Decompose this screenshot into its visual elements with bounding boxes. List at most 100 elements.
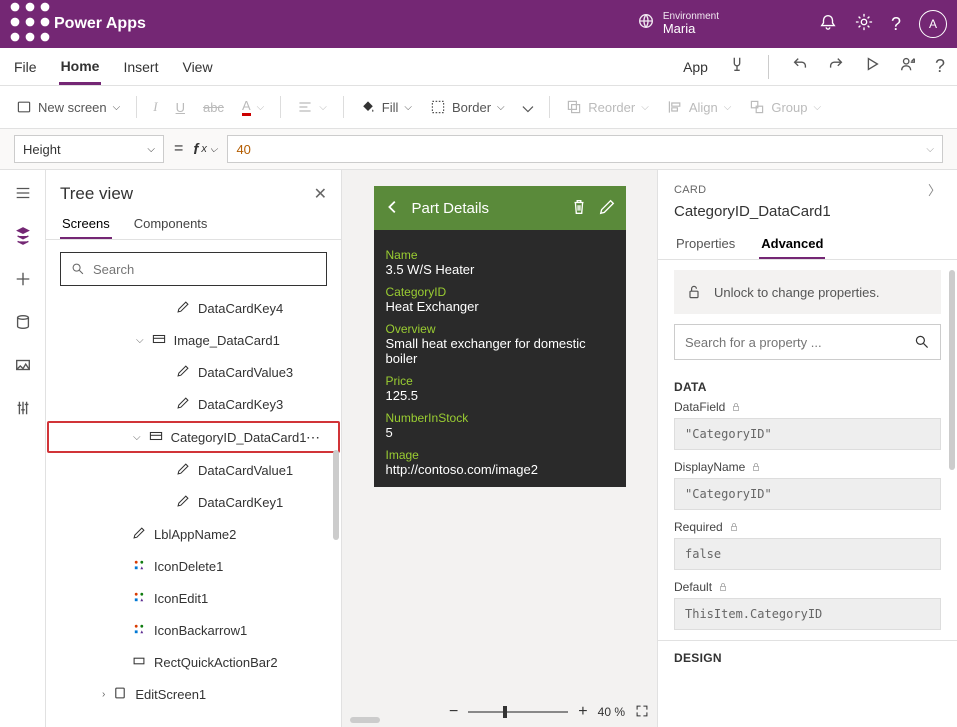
icons-icon [132, 622, 146, 639]
tree-item-DataCardKey3[interactable]: DataCardKey3 [46, 388, 341, 420]
props-scrollbar[interactable] [949, 270, 955, 470]
app-title: Power Apps [50, 15, 146, 33]
reorder-label: Reorder [588, 100, 635, 115]
tree-item-label: DataCardKey3 [198, 397, 283, 412]
environment-picker[interactable]: Environment Maria [637, 11, 719, 36]
delete-icon[interactable] [570, 198, 588, 219]
rect-icon [132, 654, 146, 671]
tree-view-icon[interactable] [14, 227, 32, 248]
chevron-down-icon[interactable]: ⌵ [133, 432, 141, 443]
close-panel-icon[interactable]: ✕ [314, 184, 327, 204]
zoom-in-icon[interactable]: + [578, 703, 587, 721]
media-icon[interactable] [14, 356, 32, 377]
align-text-button[interactable]: ⌵ [295, 95, 329, 119]
underline-button[interactable]: U [174, 96, 187, 119]
tree-scrollbar[interactable] [333, 450, 339, 540]
app-button[interactable]: App [681, 51, 710, 83]
tree-item-DataCardValue3[interactable]: DataCardValue3 [46, 356, 341, 388]
reorder-button[interactable]: Reorder⌵ [564, 95, 651, 119]
zoom-out-icon[interactable]: − [449, 703, 458, 721]
tree-item-DataCardKey4[interactable]: DataCardKey4 [46, 292, 341, 324]
tree-item-Image_DataCard1[interactable]: ⌵ Image_DataCard1 [46, 324, 341, 356]
add-icon[interactable] [14, 270, 32, 291]
tree-item-IconBackarrow1[interactable]: IconBackarrow1 [46, 614, 341, 646]
undo-icon[interactable] [791, 55, 809, 78]
properties-tab[interactable]: Properties [674, 230, 737, 259]
unlock-banner[interactable]: Unlock to change properties. [674, 270, 941, 314]
group-button[interactable]: Group⌵ [747, 95, 823, 119]
prop-input-DataField[interactable]: "CategoryID" [674, 418, 941, 450]
border-button[interactable]: Border⌵ [428, 95, 507, 119]
tree-item-label: DataCardKey4 [198, 301, 283, 316]
prop-input-Default[interactable]: ThisItem.CategoryID [674, 598, 941, 630]
italic-button[interactable]: I [151, 95, 159, 119]
field-value: http://contoso.com/image2 [386, 462, 614, 477]
field-value: Heat Exchanger [386, 299, 614, 314]
font-color-button[interactable]: A⌵ [240, 94, 266, 120]
tree-item-label: EditScreen1 [135, 687, 206, 702]
more-icon[interactable]: ⋯ [306, 429, 322, 446]
tree-item-DataCardValue1[interactable]: DataCardValue1 [46, 454, 341, 486]
tree-item-IconDelete1[interactable]: IconDelete1 [46, 550, 341, 582]
equals-icon: = [174, 140, 183, 158]
new-screen-button[interactable]: New screen ⌵ [14, 95, 122, 119]
components-tab[interactable]: Components [132, 210, 210, 239]
edit-icon[interactable] [598, 198, 616, 219]
advanced-tab[interactable]: Advanced [759, 230, 825, 259]
tree-item-label: RectQuickActionBar2 [154, 655, 278, 670]
tree-item-CategoryID_DataCard1[interactable]: ⌵CategoryID_DataCard1⋯ [47, 421, 340, 453]
property-search[interactable] [674, 324, 941, 360]
field-value: Small heat exchanger for domestic boiler [386, 336, 614, 366]
data-icon[interactable] [14, 313, 32, 334]
tree-item-LblAppName2[interactable]: LblAppName2 [46, 518, 341, 550]
new-screen-label: New screen [38, 100, 107, 115]
hamburger-icon[interactable] [14, 184, 32, 205]
align-button[interactable]: Align⌵ [665, 95, 734, 119]
tree-item-RectQuickActionBar2[interactable]: RectQuickActionBar2 [46, 646, 341, 678]
settings-icon[interactable] [855, 13, 873, 36]
help-icon[interactable]: ? [891, 14, 901, 35]
notifications-icon[interactable] [819, 13, 837, 36]
strike-button[interactable]: abc [201, 96, 226, 119]
design-section-header: DESIGN [658, 640, 957, 671]
tree-item-label: Image_DataCard1 [174, 333, 280, 348]
checker-icon[interactable] [728, 55, 746, 78]
waffle-icon[interactable] [10, 2, 50, 47]
tree-search[interactable] [60, 252, 327, 286]
data-section-header: DATA [658, 370, 957, 400]
user-avatar[interactable]: A [919, 10, 947, 38]
tree-item-IconEdit1[interactable]: IconEdit1 [46, 582, 341, 614]
menu-insert[interactable]: Insert [121, 51, 160, 83]
property-selector[interactable]: Height ⌵ [14, 135, 164, 163]
tree-search-input[interactable] [93, 262, 316, 277]
prop-input-DisplayName[interactable]: "CategoryID" [674, 478, 941, 510]
chevron-overflow-icon[interactable]: ⌵ [521, 95, 536, 120]
menu-file[interactable]: File [12, 51, 39, 83]
environment-icon [637, 12, 655, 35]
screens-tab[interactable]: Screens [60, 210, 112, 239]
expand-pane-icon[interactable]: 〉 [928, 180, 941, 199]
play-icon[interactable] [863, 55, 881, 78]
help2-icon[interactable]: ? [935, 56, 945, 77]
redo-icon[interactable] [827, 55, 845, 78]
share-icon[interactable] [899, 55, 917, 78]
back-icon[interactable] [384, 198, 402, 219]
chevron-right-icon[interactable]: › [102, 689, 105, 700]
tree-item-EditScreen1[interactable]: › EditScreen1 [46, 678, 341, 710]
prop-input-Required[interactable]: false [674, 538, 941, 570]
fx-button[interactable]: fx⌵ [193, 141, 217, 158]
zoom-slider[interactable] [468, 711, 568, 713]
chevron-down-icon[interactable]: ⌵ [136, 335, 144, 346]
tools-icon[interactable] [14, 399, 32, 420]
fill-button[interactable]: Fill⌵ [358, 95, 414, 119]
tree-item-DataCardKey1[interactable]: DataCardKey1 [46, 486, 341, 518]
menu-view[interactable]: View [180, 51, 214, 83]
edit-icon [176, 300, 190, 317]
menu-home[interactable]: Home [59, 50, 102, 85]
formula-input[interactable]: 40 ⌵ [227, 135, 943, 163]
property-search-input[interactable] [685, 335, 906, 350]
prop-label: Default [674, 580, 941, 594]
fit-icon[interactable] [635, 704, 649, 721]
edit-icon [176, 494, 190, 511]
tree-item-label: DataCardKey1 [198, 495, 283, 510]
